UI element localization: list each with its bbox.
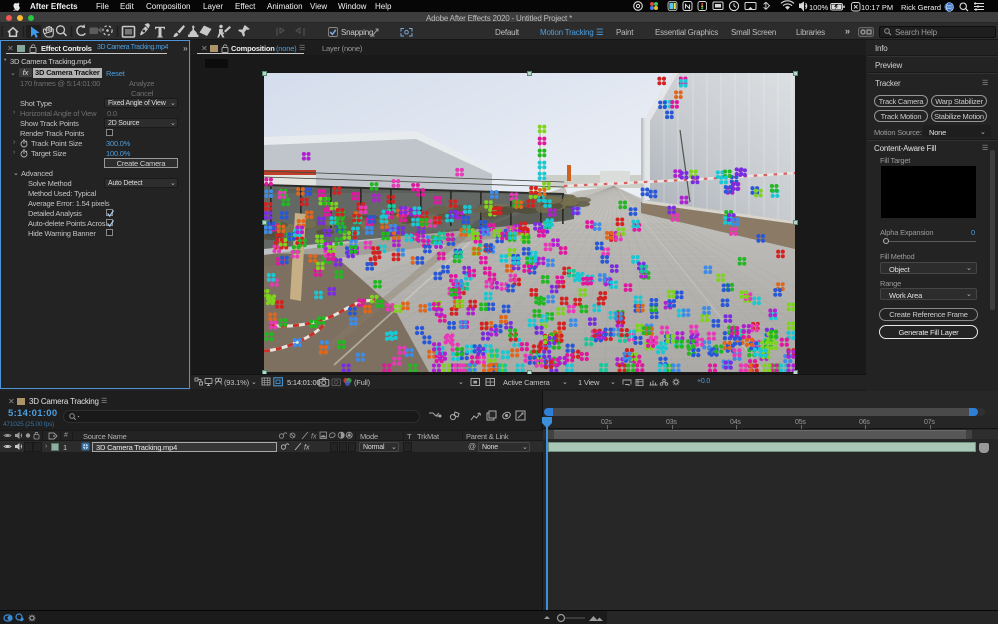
svg-text:fx: fx <box>311 434 317 441</box>
svg-text:fx: fx <box>304 445 310 452</box>
